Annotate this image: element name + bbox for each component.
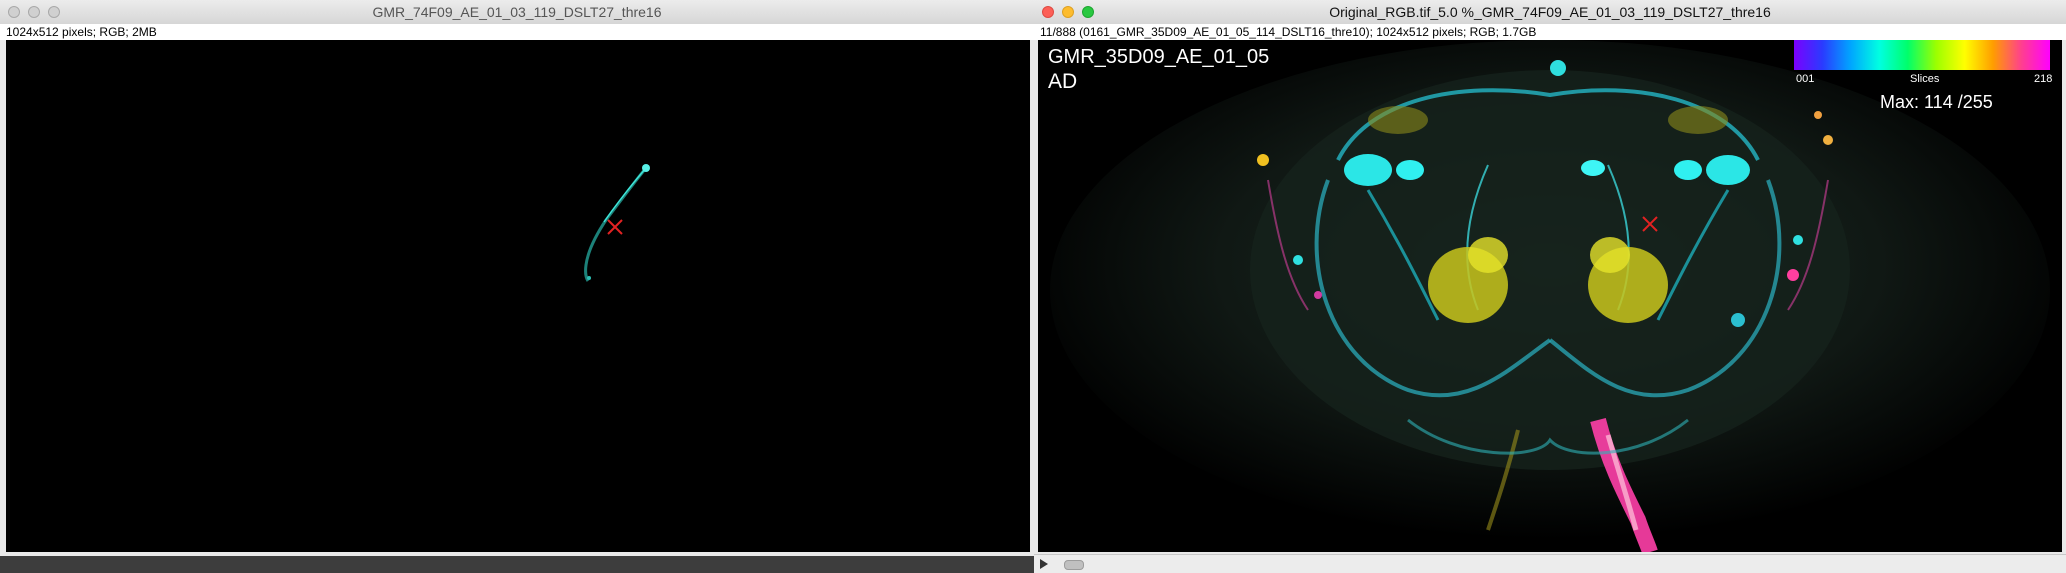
line-name-label: GMR_35D09_AE_01_05 (1048, 46, 1270, 68)
slice-slider-thumb[interactable] (1064, 560, 1084, 570)
lut-high-label: 218 (2034, 73, 2053, 85)
left-window-title: GMR_74F09_AE_01_03_119_DSLT27_thre16 (372, 4, 662, 20)
right-window-title: Original_RGB.tif_5.0 %_GMR_74F09_AE_01_0… (1329, 4, 1771, 20)
lut-slices-label: Slices (1910, 73, 1940, 85)
right-image-info: 11/888 (0161_GMR_35D09_AE_01_05_114_DSLT… (1034, 24, 2066, 40)
left-title-bar[interactable]: GMR_74F09_AE_01_03_119_DSLT27_thre16 (0, 0, 1034, 25)
stack-slider[interactable] (1034, 554, 2066, 573)
single-neuron-image (584, 164, 650, 282)
cursor-marker-icon (607, 219, 623, 235)
right-title-bar[interactable]: Original_RGB.tif_5.0 %_GMR_74F09_AE_01_0… (1034, 0, 2066, 25)
max-value-label: Max: 114 /255 (1880, 92, 1993, 112)
view-label: AD (1048, 70, 1078, 93)
play-icon[interactable] (1040, 559, 1048, 569)
right-image-canvas[interactable]: GMR_35D09_AE_01_05 AD 001 Slices 218 Max… (1038, 40, 2062, 552)
left-image-info: 1024x512 pixels; RGB; 2MB (0, 24, 1034, 40)
brain-projection-image (1050, 40, 2050, 552)
right-image-window[interactable]: Original_RGB.tif_5.0 %_GMR_74F09_AE_01_0… (1034, 0, 2066, 573)
color-depth-lut-bar (1794, 40, 2050, 70)
left-image-window[interactable]: GMR_74F09_AE_01_03_119_DSLT27_thre16 102… (0, 0, 1034, 573)
left-image-canvas[interactable] (6, 40, 1030, 552)
left-window-bottom-strip (0, 556, 1034, 573)
lut-low-label: 001 (1796, 73, 1815, 85)
cursor-marker-icon (1642, 216, 1658, 232)
